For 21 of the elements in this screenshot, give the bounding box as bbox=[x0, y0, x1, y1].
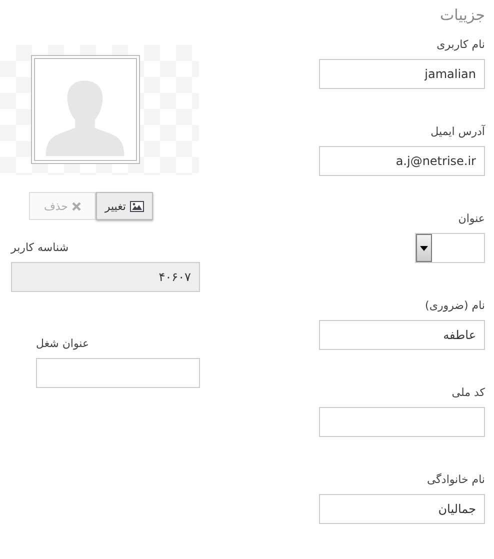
field-label: نام (ضروری) bbox=[425, 298, 485, 314]
section-title: جزییات bbox=[440, 6, 485, 26]
input-field[interactable]: ۴۰۶۰۷ bbox=[11, 262, 200, 292]
field-label: کد ملی bbox=[452, 385, 485, 402]
dropdown-field[interactable] bbox=[415, 233, 485, 264]
field-label: نام خانوادگی bbox=[427, 472, 485, 488]
field-label: نام کاربری bbox=[436, 37, 485, 54]
field-label: شناسه کاربر bbox=[11, 240, 69, 256]
change-button[interactable]: تغییر bbox=[96, 192, 153, 220]
field-label: عنوان شغل bbox=[36, 336, 90, 352]
close-icon bbox=[72, 202, 81, 210]
field-label: عنوان bbox=[458, 211, 485, 228]
image-icon bbox=[130, 200, 144, 212]
input-field[interactable]: جمالیان bbox=[319, 494, 485, 524]
input-field[interactable] bbox=[319, 407, 485, 438]
input-field[interactable] bbox=[36, 358, 200, 388]
avatar-silhouette-icon bbox=[31, 55, 140, 164]
field-label: آدرس ایمیل bbox=[430, 124, 485, 140]
input-field[interactable]: a.j@netrise.ir bbox=[319, 146, 485, 176]
input-field[interactable]: jamalian bbox=[319, 59, 485, 90]
input-field[interactable]: عاطفه bbox=[319, 320, 485, 350]
